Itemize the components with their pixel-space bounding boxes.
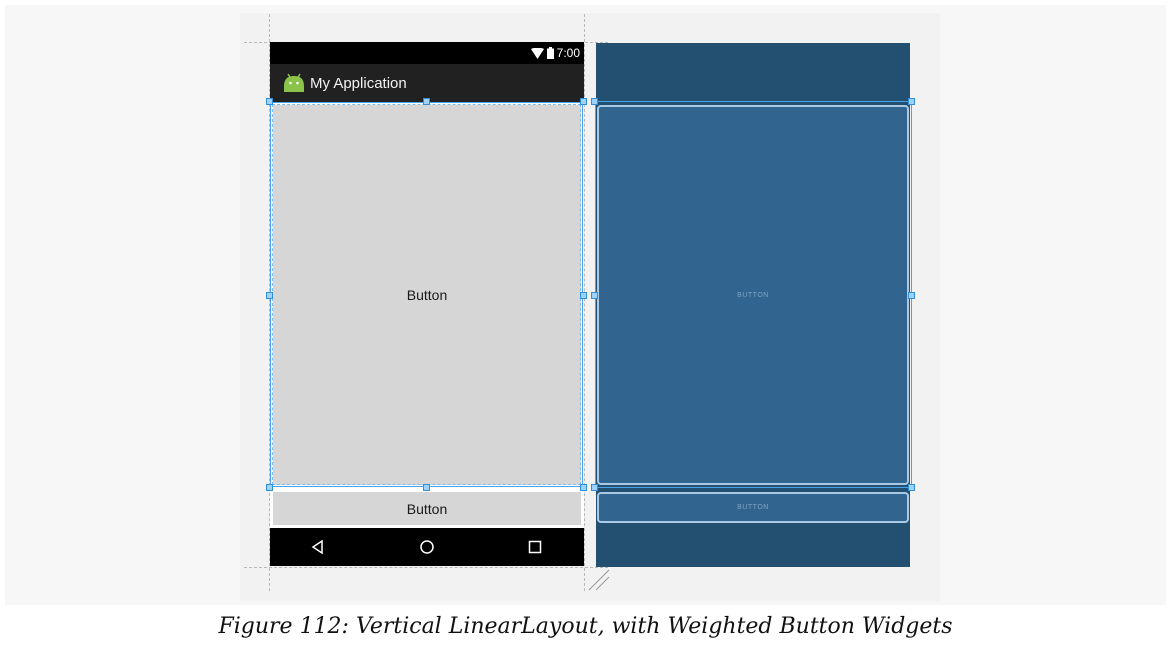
navigation-bar bbox=[270, 528, 584, 566]
resize-handle-top[interactable] bbox=[423, 98, 430, 105]
resize-handle-left[interactable] bbox=[266, 292, 273, 299]
resize-handle-bottom[interactable] bbox=[423, 484, 430, 491]
resize-handle-top-left[interactable] bbox=[266, 98, 273, 105]
resize-handle-bottom-left[interactable] bbox=[266, 484, 273, 491]
figure-caption: Figure 112: Vertical LinearLayout, with … bbox=[218, 614, 953, 639]
resize-handle-top-right[interactable] bbox=[580, 98, 587, 105]
app-title: My Application bbox=[310, 75, 407, 92]
blueprint-handle-top-right[interactable] bbox=[908, 98, 915, 105]
battery-icon bbox=[546, 47, 554, 59]
blueprint-handle-right[interactable] bbox=[908, 292, 915, 299]
back-icon[interactable] bbox=[310, 539, 326, 555]
blueprint-handle-bottom-right[interactable] bbox=[908, 484, 915, 491]
blueprint-handle-bottom-left[interactable] bbox=[591, 484, 598, 491]
resize-handle-bottom-right[interactable] bbox=[580, 484, 587, 491]
app-bar: My Application bbox=[270, 64, 584, 102]
status-time: 7:00 bbox=[556, 46, 580, 60]
resize-handle-right[interactable] bbox=[580, 292, 587, 299]
home-icon[interactable] bbox=[419, 539, 435, 555]
selection-outline-dashed bbox=[272, 104, 581, 485]
guide-bottom bbox=[244, 567, 608, 568]
blueprint-wrap-button[interactable]: BUTTON bbox=[597, 492, 909, 523]
blueprint-handle-left[interactable] bbox=[591, 292, 598, 299]
android-icon bbox=[283, 72, 305, 98]
wrap-button[interactable]: Button bbox=[273, 492, 581, 525]
canvas-resize-icon[interactable] bbox=[588, 569, 610, 595]
blueprint-handle-top-left[interactable] bbox=[591, 98, 598, 105]
status-bar: 7:00 bbox=[270, 42, 584, 64]
blueprint-selection-outline bbox=[595, 101, 912, 488]
recents-icon[interactable] bbox=[527, 539, 543, 555]
wifi-icon bbox=[530, 47, 544, 59]
